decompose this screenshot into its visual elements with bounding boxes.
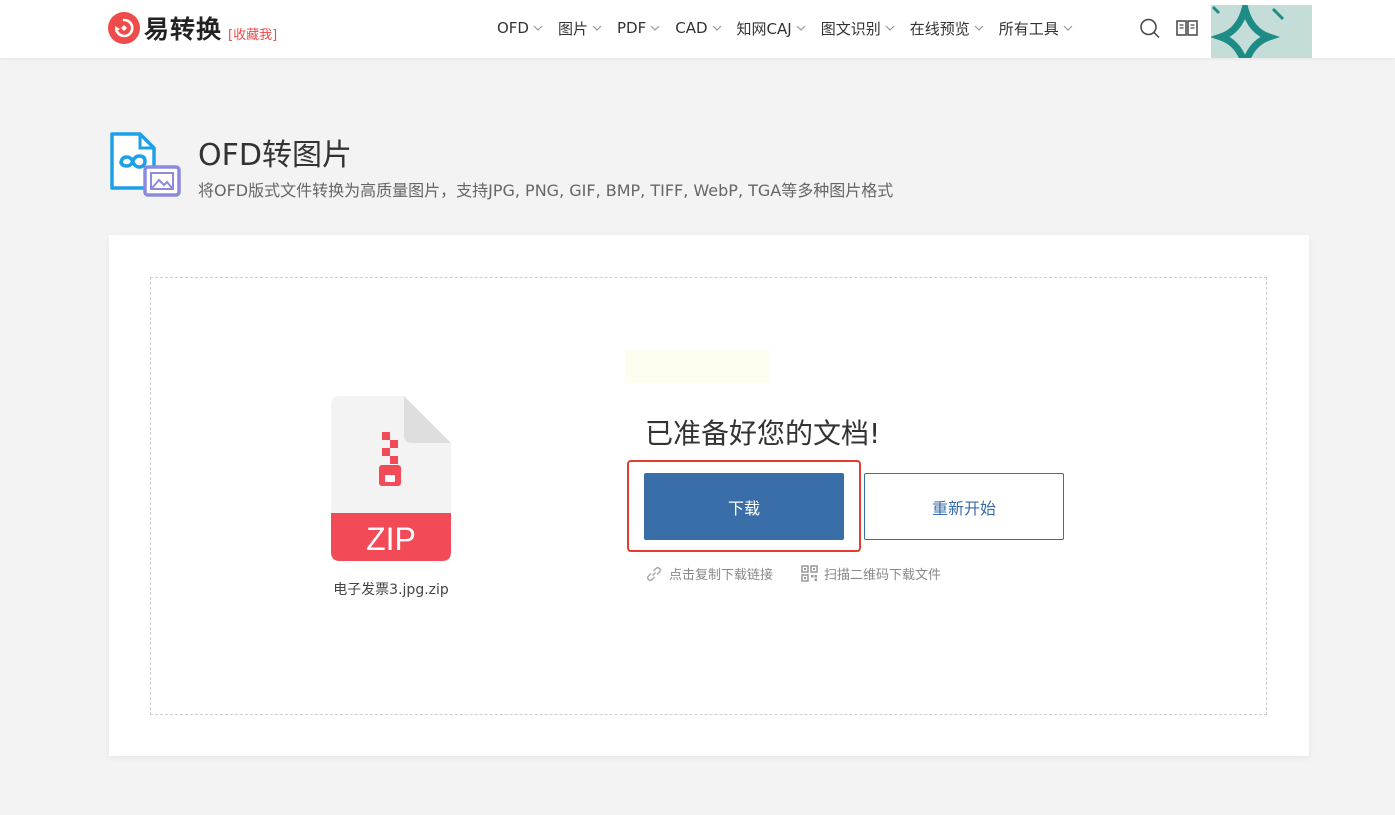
nav-item-label: 图片	[558, 19, 589, 38]
nav-item-caj[interactable]: 知网CAJ	[737, 18, 807, 39]
result-area: ZIP 电子发票3.jpg.zip 已准备好您的文档! 下载 重新开始 点击复制…	[150, 277, 1267, 715]
ad-thumbnail[interactable]	[1211, 5, 1312, 58]
file-name: 电子发票3.jpg.zip	[333, 582, 449, 598]
qr-label: 扫描二维码下载文件	[824, 568, 942, 583]
nav-item-label: 在线预览	[909, 19, 970, 38]
chevron-down-icon	[885, 25, 895, 31]
result-card: ZIP 电子发票3.jpg.zip 已准备好您的文档! 下载 重新开始 点击复制…	[109, 235, 1309, 756]
nav-item-preview[interactable]: 在线预览	[910, 18, 985, 39]
page-subtitle: 将OFD版式文件转换为高质量图片，支持JPG, PNG, GIF, BMP, T…	[198, 181, 894, 200]
nav-item-ocr[interactable]: 图文识别	[821, 18, 896, 39]
chevron-down-icon	[974, 25, 984, 31]
nav-item-label: CAD	[675, 19, 708, 37]
logo-text: 易转换	[144, 15, 223, 44]
qr-download-action[interactable]: 扫描二维码下载文件	[801, 564, 941, 583]
ready-message: 已准备好您的文档!	[645, 417, 881, 450]
book-icon[interactable]	[1175, 16, 1199, 40]
chevron-down-icon	[796, 25, 806, 31]
sparkle-icon	[1211, 5, 1285, 58]
main-nav: OFD 图片 PDF CAD 知网CAJ 图文识别 在线预览 所有工具	[497, 17, 1088, 39]
nav-item-label: PDF	[617, 19, 647, 37]
bookmark-link[interactable]: [收藏我]	[228, 24, 277, 43]
chevron-down-icon	[533, 25, 543, 31]
zip-label: ZIP	[366, 521, 416, 557]
top-header: 易转换 [收藏我] OFD 图片 PDF CAD 知网CAJ 图文识别 在线预览	[0, 0, 1395, 58]
qr-code-icon	[801, 565, 818, 582]
page-title: OFD转图片	[198, 138, 352, 173]
nav-item-pdf[interactable]: PDF	[617, 19, 661, 37]
copy-link-label: 点击复制下载链接	[669, 568, 774, 583]
ofd-to-image-icon	[110, 132, 181, 197]
nav-item-label: OFD	[497, 19, 529, 37]
logo-mark-icon	[108, 12, 140, 44]
zip-file-icon: ZIP	[331, 396, 451, 561]
chevron-down-icon	[1063, 25, 1073, 31]
nav-item-ofd[interactable]: OFD	[497, 19, 544, 37]
download-button[interactable]: 下载	[644, 473, 844, 540]
nav-item-image[interactable]: 图片	[558, 18, 603, 39]
nav-item-label: 知网CAJ	[736, 19, 792, 38]
search-icon[interactable]	[1138, 16, 1162, 40]
restart-button[interactable]: 重新开始	[864, 473, 1064, 540]
chevron-down-icon	[712, 25, 721, 31]
banner-placeholder	[625, 350, 770, 383]
nav-item-label: 图文识别	[820, 19, 881, 38]
nav-item-label: 所有工具	[998, 19, 1059, 38]
chevron-down-icon	[592, 25, 602, 31]
chevron-down-icon	[650, 25, 660, 31]
link-icon	[646, 566, 662, 581]
site-logo[interactable]: 易转换 [收藏我]	[108, 11, 277, 45]
nav-item-cad[interactable]: CAD	[675, 19, 722, 37]
nav-item-all-tools[interactable]: 所有工具	[999, 18, 1074, 39]
copy-link-action[interactable]: 点击复制下载链接	[645, 564, 773, 583]
